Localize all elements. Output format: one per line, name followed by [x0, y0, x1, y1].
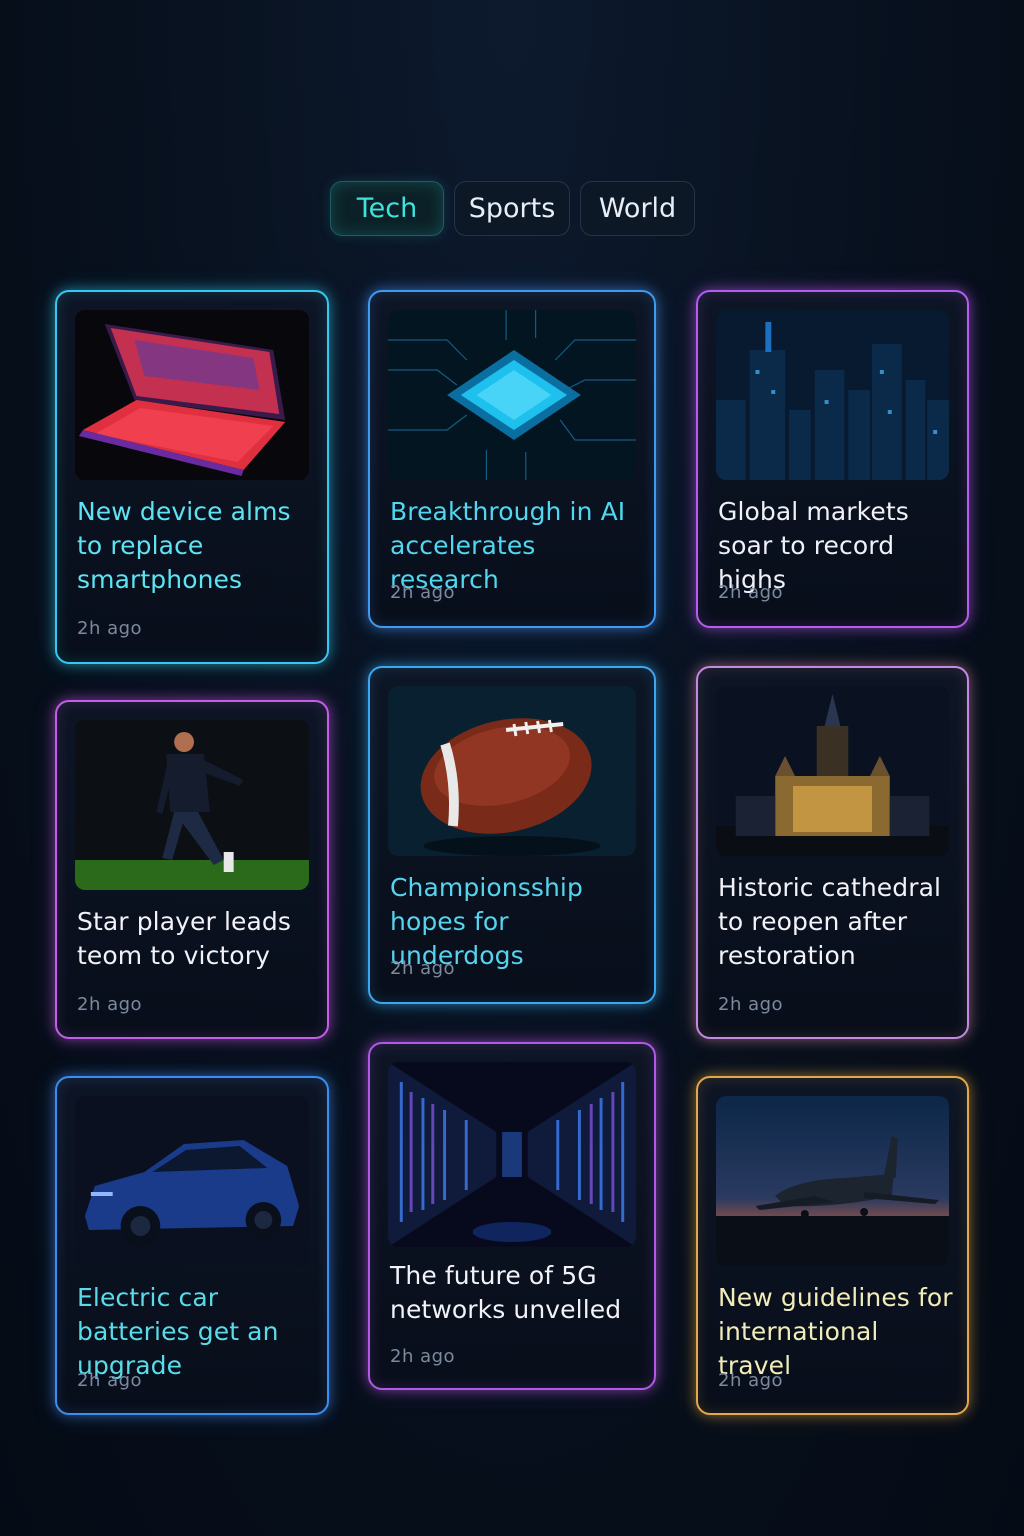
- category-tabs: Tech Sports World: [330, 181, 695, 236]
- soccer-player-image: [75, 720, 309, 890]
- skyline-image: [716, 310, 949, 480]
- article-timestamp: 2h ago: [390, 958, 456, 979]
- article-card[interactable]: Global markets soar to record highs 2h a…: [696, 290, 969, 628]
- article-timestamp: 2h ago: [390, 1346, 456, 1367]
- cathedral-image: [716, 686, 949, 856]
- article-timestamp: 2h ago: [718, 582, 784, 603]
- chip-image: [388, 310, 636, 480]
- article-card[interactable]: Championsship hopes for underdogs 2h ago: [368, 666, 656, 1004]
- article-card[interactable]: New device alms to replace smartphones 2…: [55, 290, 329, 664]
- tab-world[interactable]: World: [580, 181, 695, 236]
- article-card[interactable]: Historic cathedral to reopen after resto…: [696, 666, 969, 1039]
- article-title: Electric car batteries get an upgrade: [77, 1283, 279, 1380]
- article-card[interactable]: The future of 5G networks unvelled 2h ag…: [368, 1042, 656, 1390]
- article-timestamp: 2h ago: [77, 994, 143, 1015]
- article-timestamp: 2h ago: [77, 618, 143, 639]
- article-timestamp: 2h ago: [390, 582, 456, 603]
- article-title: Historic cathedral to reopen after resto…: [718, 873, 942, 970]
- article-title: Star player leads teom to victory: [77, 907, 291, 970]
- laptop-image: [75, 310, 309, 480]
- electric-car-image: [75, 1096, 309, 1266]
- article-title: The future of 5G networks unvelled: [390, 1261, 622, 1324]
- article-card[interactable]: New guidelines for international travel …: [696, 1076, 969, 1415]
- article-card[interactable]: Electric car batteries get an upgrade 2h…: [55, 1076, 329, 1415]
- article-timestamp: 2h ago: [718, 994, 784, 1015]
- airplane-image: [716, 1096, 949, 1266]
- article-timestamp: 2h ago: [718, 1370, 784, 1391]
- article-card[interactable]: Star player leads teom to victory 2h ago: [55, 700, 329, 1039]
- article-title: New device alms to replace smartphones: [77, 497, 291, 594]
- tab-tech[interactable]: Tech: [330, 181, 444, 236]
- server-room-image: [388, 1062, 636, 1247]
- article-card[interactable]: Breakthrough in AI accelerates research …: [368, 290, 656, 628]
- article-timestamp: 2h ago: [77, 1370, 143, 1391]
- news-feed-page: Tech Sports World New device alms to rep…: [0, 0, 1024, 1536]
- tab-sports[interactable]: Sports: [454, 181, 570, 236]
- football-image: [388, 686, 636, 856]
- article-title: New guidelines for international travel: [718, 1283, 953, 1380]
